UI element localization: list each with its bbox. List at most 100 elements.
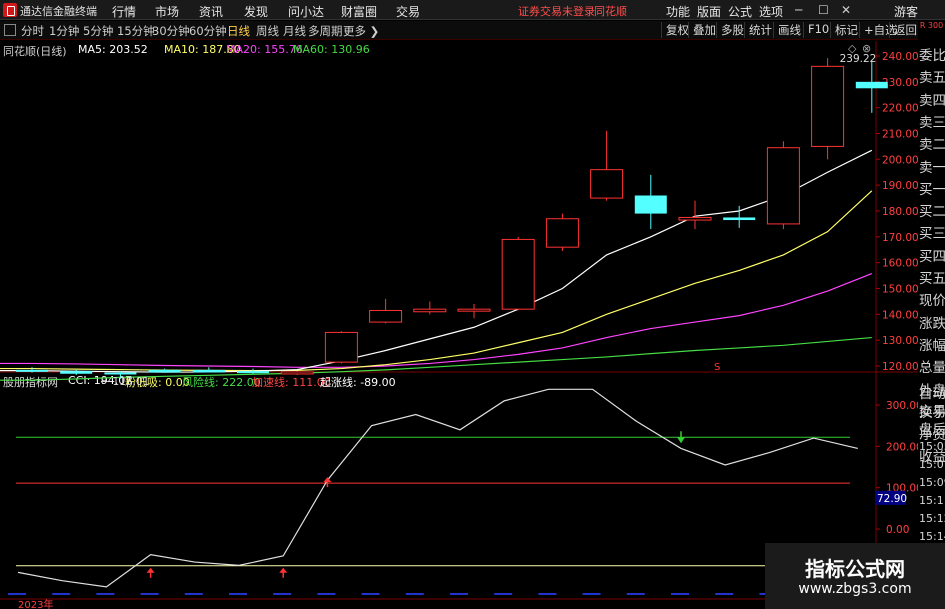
candle-down (723, 217, 756, 221)
menu-wealth[interactable]: 财富圈 (341, 3, 377, 20)
menu-quotes[interactable]: 行情 (112, 3, 136, 20)
side-time: 15:12 (919, 512, 945, 525)
side-item: 买一 (919, 181, 945, 198)
menu-market[interactable]: 市场 (155, 3, 179, 20)
candle-up (413, 308, 447, 313)
buy-arrow-1 (146, 567, 155, 573)
side-item: 卖一 (919, 159, 945, 176)
side-time: 15:07 (919, 458, 945, 471)
buy-arrow-2 (279, 567, 288, 573)
sell-arrow (677, 437, 685, 444)
watermark-url: www.zbgs3.com (798, 581, 912, 597)
side-item: 委比 (919, 48, 945, 64)
tab-daily[interactable]: 日线 (227, 23, 250, 39)
candle-down (60, 371, 93, 374)
candle-down (855, 81, 888, 89)
price-tick-label: 160.00 (882, 258, 918, 270)
candle-down (634, 195, 667, 214)
side-item: 买三 (919, 226, 945, 243)
layout-icon[interactable] (4, 24, 16, 36)
tab-monthly[interactable]: 月线 (283, 23, 306, 39)
side-item: 总量 (919, 360, 945, 377)
tab-multi-period[interactable]: 多周期 (308, 23, 343, 39)
price-tick-label: 140.00 (882, 309, 918, 321)
side-item: 买二 (919, 204, 945, 221)
price-tick-label: 240.00 (882, 51, 918, 63)
app-title: 通达信金融终端 (20, 5, 97, 18)
maximize-icon[interactable]: ☐ (818, 3, 829, 17)
tab-intraday[interactable]: 分时 (21, 23, 44, 39)
cursor-value: 72.90 (877, 493, 907, 505)
price-tick-label: 210.00 (882, 129, 918, 141)
candle-up (457, 308, 491, 312)
tab-60min[interactable]: 60分钟 (189, 23, 227, 39)
candle-up (501, 238, 535, 310)
side-top-label: R 300 (918, 21, 945, 41)
tab-weekly[interactable]: 周线 (256, 23, 279, 39)
ma5-line (0, 149, 873, 373)
candle-up (678, 216, 712, 221)
menu-news[interactable]: 资讯 (199, 3, 223, 20)
candle-down (192, 369, 225, 373)
tab-30min[interactable]: 30分钟 (152, 23, 190, 39)
stats-button[interactable]: 统计 (744, 22, 776, 38)
brand-link[interactable]: 同花顺 (594, 3, 627, 19)
menu-layout[interactable]: 版面 (697, 3, 721, 20)
cci-line (17, 388, 858, 588)
sell-signal-marker: S (714, 362, 720, 373)
price-tick-label: 150.00 (882, 284, 918, 296)
side-item: 买四 (919, 248, 945, 265)
price-tick-label: 200.00 (882, 154, 918, 166)
side-item: 卖二 (919, 137, 945, 154)
price-tick-label: 120.00 (882, 361, 918, 373)
accel-arrow (323, 477, 332, 483)
candle-down (16, 369, 48, 372)
back-button[interactable]: 返回 (889, 22, 921, 38)
candle-up (590, 169, 624, 199)
price-tick-label: 220.00 (882, 103, 918, 115)
close-icon[interactable]: ✕ (841, 3, 851, 17)
period-toolbar: 分时 1分钟 5分钟 15分钟 30分钟 60分钟 日线 周线 月线 多周期 更… (0, 21, 945, 40)
side-item: 涨幅 (919, 337, 945, 354)
tab-1min[interactable]: 1分钟 (49, 23, 79, 39)
side-time: 15:11 (919, 494, 945, 507)
high-price-marker: 239.22 (840, 53, 877, 65)
side-time: 15:09 (919, 476, 945, 489)
date-label: 2023年 (18, 598, 53, 609)
sub-tick-label: 200.00 (886, 441, 918, 453)
price-tick-label: 190.00 (882, 180, 918, 192)
price-tick-label: 170.00 (882, 232, 918, 244)
side-item: 卖四 (919, 92, 945, 109)
watermark-title: 指标公式网 (805, 557, 905, 581)
title-bar: 通达信金融终端 行情 市场 资讯 发现 问小达 财富圈 交易 证券交易未登录 同… (0, 0, 945, 20)
menu-discover[interactable]: 发现 (244, 3, 268, 20)
mark-button[interactable]: 标记 (830, 22, 862, 38)
tab-more[interactable]: 更多 ❯ (343, 23, 379, 39)
minimize-icon[interactable]: ─ (795, 3, 802, 17)
side-item: 现价 (919, 293, 945, 310)
tab-5min[interactable]: 5分钟 (83, 23, 113, 39)
price-chart[interactable]: 240.00230.00220.00210.00200.00190.00180.… (0, 41, 918, 609)
menu-ask[interactable]: 问小达 (288, 3, 324, 20)
menu-formula[interactable]: 公式 (728, 3, 752, 20)
login-warning[interactable]: 证券交易未登录 (518, 3, 595, 19)
watermark: 指标公式网 www.zbgs3.com (765, 543, 945, 609)
menu-trade[interactable]: 交易 (396, 3, 420, 20)
f10-button[interactable]: F10 (803, 22, 833, 38)
user-label[interactable]: 游客 (894, 3, 918, 20)
draw-button[interactable]: 画线 (773, 22, 805, 38)
candle-up (811, 65, 845, 147)
side-time: 15:05 (919, 440, 945, 453)
menu-function[interactable]: 功能 (666, 3, 690, 20)
quote-side-panel: 委比 卖五 卖四 卖三 卖二 卖一 买一 买二 买三 买四 买五 现价 涨跌 涨幅 总量 外盘 换手 净资 收益 自动… (918, 41, 945, 609)
low-price-marker: ← 115.01 (100, 376, 149, 388)
price-tick-label: 130.00 (882, 335, 918, 347)
menu-options[interactable]: 选项 (759, 3, 783, 20)
side-item: 卖五 (919, 70, 945, 87)
candle-down (104, 372, 137, 375)
price-tick-label: 180.00 (882, 206, 918, 218)
side-item: 买五 (919, 271, 945, 287)
candle-down (237, 371, 269, 374)
tab-15min[interactable]: 15分钟 (117, 23, 155, 39)
candle-up (324, 331, 358, 363)
